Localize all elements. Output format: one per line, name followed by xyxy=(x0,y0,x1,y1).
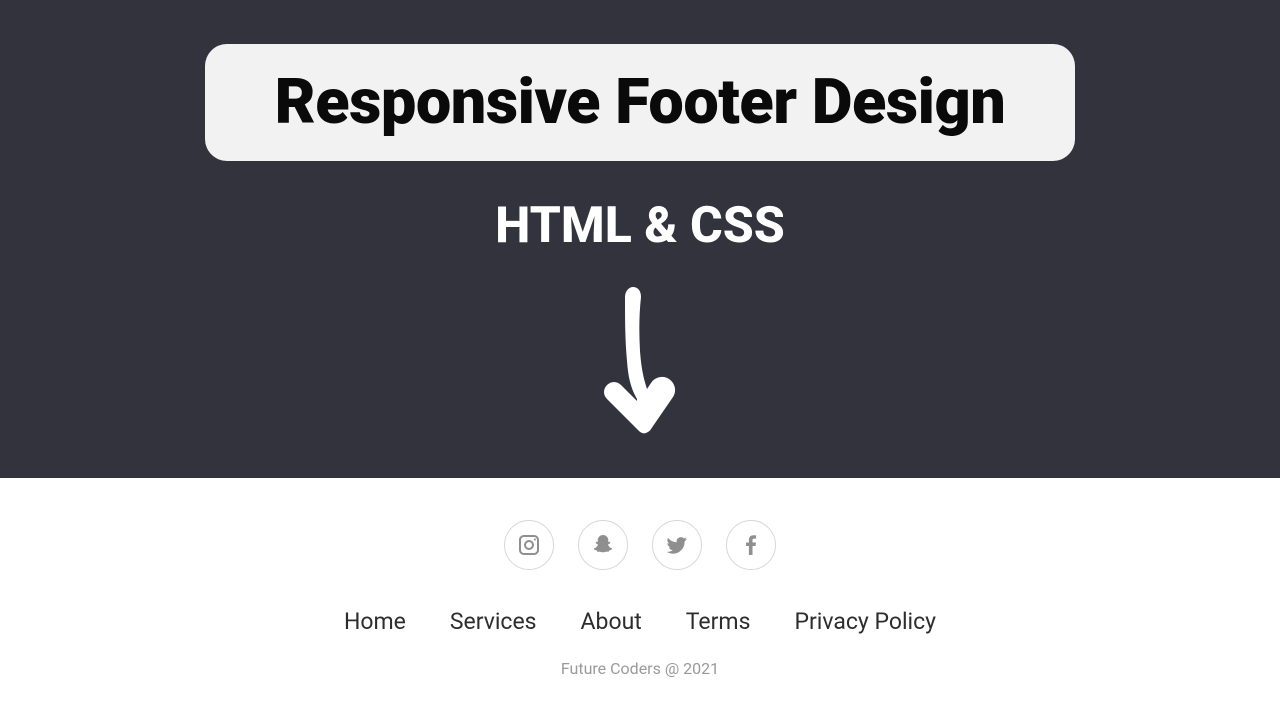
nav-link-services[interactable]: Services xyxy=(450,608,537,635)
copyright-text: Future Coders @ 2021 xyxy=(561,659,719,678)
subtitle: HTML & CSS xyxy=(495,197,785,255)
footer-nav: Home Services About Terms Privacy Policy xyxy=(344,608,936,635)
snapchat-icon[interactable] xyxy=(578,520,628,570)
nav-link-about[interactable]: About xyxy=(581,608,642,635)
social-icons-row xyxy=(504,520,776,570)
footer-section: Home Services About Terms Privacy Policy… xyxy=(0,478,1280,678)
title-card: Responsive Footer Design xyxy=(205,44,1075,161)
nav-link-privacy[interactable]: Privacy Policy xyxy=(794,608,936,635)
hero-section: Responsive Footer Design HTML & CSS xyxy=(0,0,1280,478)
twitter-icon[interactable] xyxy=(652,520,702,570)
page-title: Responsive Footer Design xyxy=(245,66,1035,139)
instagram-icon[interactable] xyxy=(504,520,554,570)
arrow-down-icon xyxy=(595,279,685,439)
nav-link-terms[interactable]: Terms xyxy=(686,608,751,635)
facebook-icon[interactable] xyxy=(726,520,776,570)
nav-link-home[interactable]: Home xyxy=(344,608,406,635)
